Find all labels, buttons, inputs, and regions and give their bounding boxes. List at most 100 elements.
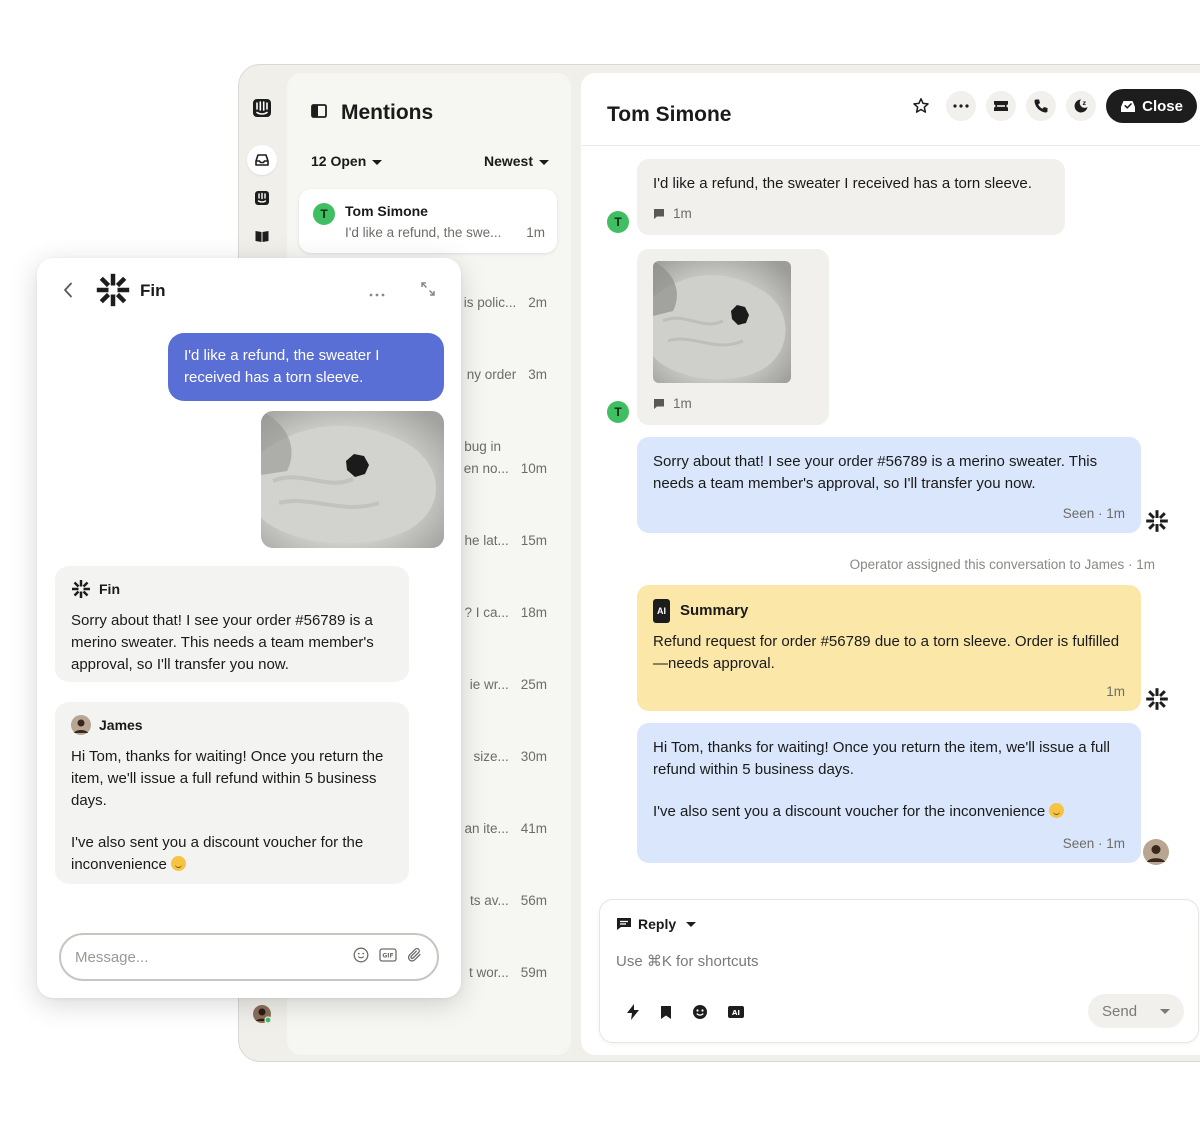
- smile-emoji-icon: [1049, 803, 1065, 818]
- conversation-preview: en no...: [463, 461, 509, 476]
- chevron-down-icon[interactable]: [1160, 1009, 1170, 1014]
- send-button[interactable]: Send: [1088, 994, 1184, 1028]
- ticket-icon[interactable]: [986, 91, 1017, 121]
- reply-composer[interactable]: Reply Use ⌘K for shortcuts AI Send: [599, 899, 1199, 1043]
- chevron-down-icon: [539, 159, 549, 165]
- back-chevron-icon[interactable]: [63, 282, 73, 303]
- customer-image-message: 1m: [637, 249, 829, 425]
- list-filters: 12 Open Newest: [311, 153, 549, 169]
- input-tools: GIF: [353, 947, 423, 968]
- chat-channel-icon: [654, 209, 664, 219]
- open-filter-label: 12 Open: [311, 153, 367, 169]
- torn-sweater-photo[interactable]: [653, 261, 791, 383]
- mentions-title: Mentions: [341, 101, 434, 124]
- agent-reply-message: Hi Tom, thanks for waiting! Once you ret…: [637, 723, 1141, 863]
- conversation-preview: ie wr...: [469, 677, 509, 692]
- customer-message: I'd like a refund, the sweater I receive…: [637, 159, 1065, 235]
- ai-summary-card: AI Summary Refund request for order #567…: [637, 585, 1141, 711]
- message-text: Sorry about that! I see your order #5678…: [653, 453, 1098, 492]
- composer-placeholder[interactable]: Use ⌘K for shortcuts: [616, 952, 759, 970]
- fin-bot-icon[interactable]: [247, 183, 277, 213]
- torn-sweater-photo[interactable]: [261, 411, 444, 548]
- conversation-time: 56m: [520, 893, 547, 908]
- close-label: Close: [1142, 97, 1183, 115]
- more-icon[interactable]: [946, 91, 977, 121]
- message-time: 1m: [673, 206, 692, 221]
- expand-icon[interactable]: [421, 282, 435, 301]
- reply-mode-dropdown[interactable]: Reply: [616, 916, 697, 932]
- summary-text: Refund request for order #56789 due to a…: [653, 633, 1120, 672]
- fin-logo-icon: [1145, 509, 1169, 538]
- lightning-icon[interactable]: [626, 1004, 640, 1025]
- message-text-line2: I've also sent you a discount voucher fo…: [653, 801, 1125, 823]
- message-text: Sorry about that! I see your order #5678…: [71, 612, 374, 673]
- conversation-time: 30m: [520, 749, 547, 764]
- snooze-icon[interactable]: z: [1066, 91, 1097, 121]
- summary-time: 1m: [1106, 684, 1125, 699]
- customer-avatar: T: [313, 203, 335, 225]
- conversation-time: 59m: [520, 965, 547, 980]
- message-text-line2: I've also sent you a discount voucher fo…: [71, 832, 393, 876]
- emoji-icon[interactable]: [692, 1004, 708, 1025]
- customer-avatar: T: [607, 401, 629, 423]
- reply-icon: [617, 918, 631, 930]
- conversation-item[interactable]: ts av... 56m: [470, 893, 547, 908]
- svg-text:z: z: [1083, 100, 1087, 107]
- conversation-item[interactable]: is polic... 2m: [464, 295, 547, 310]
- open-filter-dropdown[interactable]: 12 Open: [311, 153, 383, 169]
- conversation-time: 18m: [520, 605, 547, 620]
- conversation-item[interactable]: size... 30m: [473, 749, 547, 764]
- conversation-item[interactable]: ? I ca... 18m: [464, 605, 547, 620]
- conversation-item-selected[interactable]: T Tom Simone I'd like a refund, the swe.…: [299, 189, 557, 253]
- message-status: Seen · 1m: [1062, 506, 1125, 521]
- mentions-header: Mentions: [311, 101, 433, 125]
- phone-icon[interactable]: [1026, 91, 1057, 121]
- sort-dropdown[interactable]: Newest: [484, 153, 549, 169]
- conversation-item[interactable]: an ite... 41m: [464, 821, 547, 836]
- gif-icon[interactable]: GIF: [379, 947, 397, 967]
- message-meta: 1m: [653, 393, 813, 415]
- bot-reply-message: Sorry about that! I see your order #5678…: [637, 437, 1141, 533]
- more-icon[interactable]: [369, 284, 385, 302]
- conversation-item[interactable]: he lat... 15m: [464, 533, 547, 548]
- author-name: Fin: [99, 581, 120, 597]
- composer-toolbar: AI: [626, 1004, 744, 1025]
- inbox-icon[interactable]: [247, 145, 277, 175]
- message-input[interactable]: [75, 948, 353, 966]
- conversation-name: Tom Simone: [345, 203, 428, 219]
- ai-icon[interactable]: AI: [728, 1005, 744, 1024]
- conversation-time: 2m: [528, 295, 547, 310]
- widget-header: Fin: [37, 258, 461, 324]
- conversation-preview: I'd like a refund, the swe...: [345, 225, 502, 240]
- close-conversation-button[interactable]: Close: [1106, 89, 1197, 123]
- conversation-time: 25m: [520, 677, 547, 692]
- svg-text:AI: AI: [732, 1009, 740, 1017]
- conversation-preview: t wor...: [468, 965, 509, 980]
- customer-avatar: T: [607, 211, 629, 233]
- conversation-preview: is polic...: [463, 295, 517, 310]
- attachment-icon[interactable]: [407, 947, 423, 968]
- message-text: I'd like a refund, the sweater I receive…: [653, 175, 1032, 192]
- user-avatar-icon[interactable]: [247, 999, 277, 1029]
- conversation-preview: ? I ca...: [464, 605, 509, 620]
- bookmark-icon[interactable]: [660, 1005, 672, 1025]
- conversation-item[interactable]: ie wr... 25m: [470, 677, 547, 692]
- star-icon[interactable]: [906, 91, 936, 121]
- conversation-panel: Tom Simone z Close I'd like a refund, th…: [581, 73, 1200, 1055]
- conversation-item[interactable]: en no... 10m: [464, 461, 547, 476]
- summary-title: Summary: [680, 602, 749, 619]
- user-message-bubble: I'd like a refund, the sweater I receive…: [168, 333, 444, 401]
- emoji-icon[interactable]: [353, 947, 369, 968]
- conversation-preview-line: bug in: [464, 439, 501, 454]
- book-icon[interactable]: [247, 221, 277, 251]
- agent-message-bubble: James Hi Tom, thanks for waiting! Once y…: [55, 702, 409, 884]
- intercom-logo-icon[interactable]: [247, 93, 277, 123]
- agent-avatar: [71, 715, 91, 735]
- conversation-item[interactable]: ny order 3m: [467, 367, 547, 382]
- ai-badge-icon: AI: [653, 599, 670, 623]
- chat-channel-icon: [654, 399, 664, 409]
- message-input-box[interactable]: GIF: [59, 933, 439, 981]
- fin-logo-icon: [1145, 687, 1169, 716]
- sidebar-toggle-icon[interactable]: [311, 103, 327, 123]
- conversation-item[interactable]: t wor... 59m: [469, 965, 547, 980]
